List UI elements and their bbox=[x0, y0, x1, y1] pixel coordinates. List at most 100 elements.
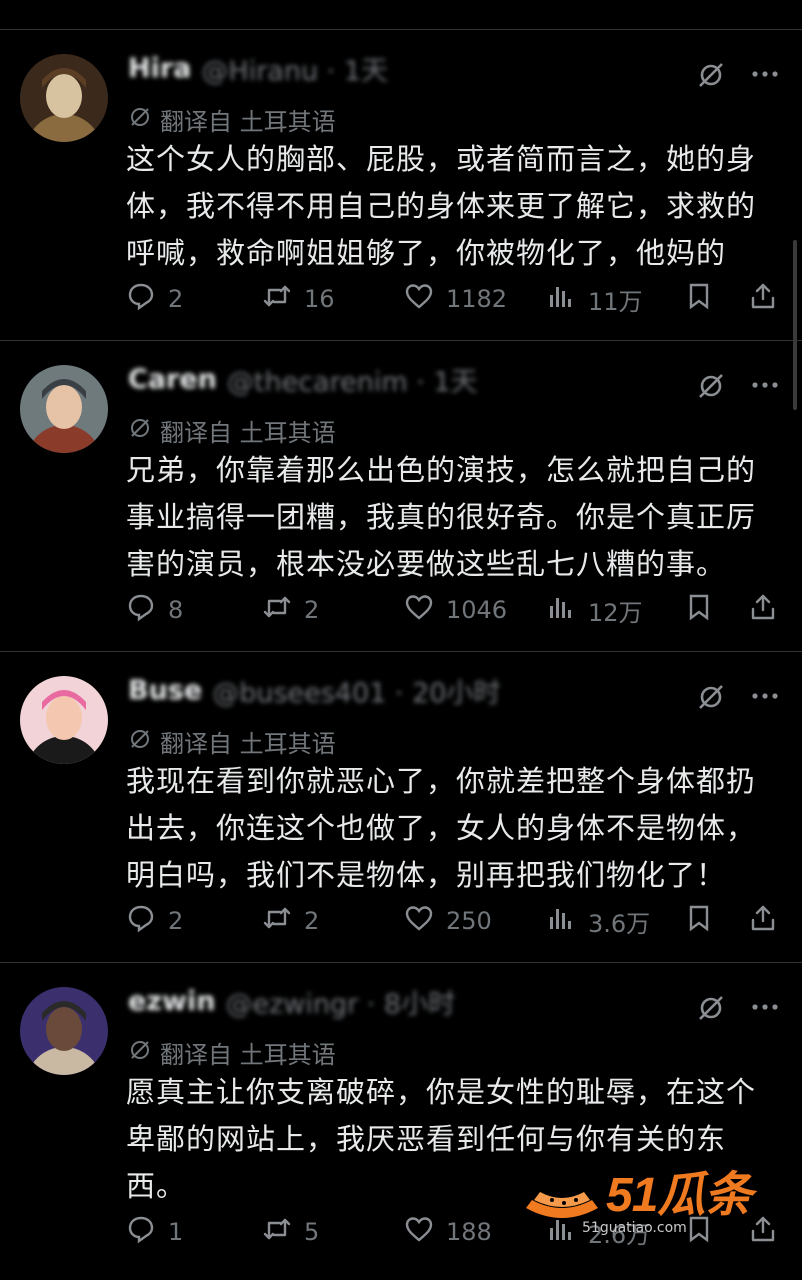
bookmark-button[interactable] bbox=[684, 282, 714, 316]
repost-icon bbox=[262, 281, 292, 317]
avatar[interactable] bbox=[20, 365, 108, 453]
translate-icon bbox=[128, 1038, 152, 1068]
reply-count: 2 bbox=[168, 907, 184, 935]
bookmark-icon bbox=[684, 903, 714, 939]
grok-icon[interactable] bbox=[696, 993, 726, 1023]
reply-post[interactable]: Hira @Hiranu · 1天翻译自 土耳其语这个女人的胸部、屁股，或者简而言… bbox=[0, 30, 802, 341]
bookmark-button[interactable] bbox=[684, 593, 714, 627]
bar-chart-icon bbox=[546, 903, 576, 939]
post-actions: 2 16 1182 11万 bbox=[126, 282, 782, 316]
reply-list: Hira @Hiranu · 1天 翻译自 土耳其语 这个女人的胸部、屁股，或者简而言… bbox=[0, 30, 802, 1274]
reply-post[interactable]: Caren @thecarenim · 1天翻译自 土耳其语兄弟，你靠着那么出色的… bbox=[0, 341, 802, 652]
scrollbar[interactable] bbox=[793, 240, 797, 410]
reply-button[interactable]: 2 bbox=[126, 282, 183, 316]
author-handle-time: @busees401 · 20小时 bbox=[212, 677, 501, 709]
avatar[interactable] bbox=[20, 54, 108, 142]
translate-text: 翻译自 土耳其语 bbox=[160, 108, 336, 136]
post-header: Hira @Hiranu · 1天 bbox=[128, 50, 548, 87]
author-name[interactable]: Caren bbox=[128, 364, 217, 395]
views-button[interactable]: 12万 bbox=[546, 593, 643, 627]
avatar[interactable] bbox=[20, 987, 108, 1075]
reply-button[interactable]: 1 bbox=[126, 1215, 183, 1249]
repost-button[interactable]: 16 bbox=[262, 282, 335, 316]
reply-icon bbox=[126, 592, 156, 628]
reply-post[interactable]: Buse @busees401 · 20小时翻译自 土耳其语我现在看到你就恶心了，… bbox=[0, 652, 802, 963]
repost-button[interactable]: 2 bbox=[262, 904, 319, 938]
reply-count: 1 bbox=[168, 1218, 184, 1246]
timeline-feed: Hira @Hiranu · 1天 翻译自 土耳其语 这个女人的胸部、屁股，或者简而言… bbox=[0, 0, 802, 1274]
like-button[interactable]: 1182 bbox=[404, 282, 507, 316]
post-header: Caren @thecarenim · 1天 bbox=[128, 361, 548, 398]
share-button[interactable] bbox=[748, 282, 778, 316]
like-button[interactable]: 1046 bbox=[404, 593, 507, 627]
watermark: 51瓜条 51guatiao.com bbox=[522, 1170, 772, 1240]
repost-icon bbox=[262, 903, 292, 939]
author-name[interactable]: Buse bbox=[128, 675, 202, 706]
watermark-url: 51guatiao.com bbox=[582, 1220, 687, 1236]
repost-count: 2 bbox=[304, 596, 320, 624]
repost-button[interactable]: 5 bbox=[262, 1215, 319, 1249]
like-count: 188 bbox=[446, 1218, 492, 1246]
more-options-icon[interactable] bbox=[750, 62, 780, 86]
bookmark-icon bbox=[684, 281, 714, 317]
translate-text: 翻译自 土耳其语 bbox=[160, 419, 336, 447]
feed-top-divider bbox=[0, 0, 802, 30]
heart-icon bbox=[404, 1214, 434, 1250]
author-name[interactable]: Hira bbox=[128, 53, 191, 84]
post-text: 这个女人的胸部、屁股，或者简而言之，她的身体，我不得不用自己的身体来更了解它，求… bbox=[126, 142, 757, 270]
reply-button[interactable]: 8 bbox=[126, 593, 183, 627]
more-options-icon[interactable] bbox=[750, 684, 780, 708]
translated-from-label[interactable]: 翻译自 土耳其语 bbox=[128, 102, 336, 137]
share-icon bbox=[748, 903, 778, 939]
translate-icon bbox=[128, 105, 152, 135]
repost-icon bbox=[262, 592, 292, 628]
share-button[interactable] bbox=[748, 593, 778, 627]
author-handle-time: @Hiranu · 1天 bbox=[201, 55, 388, 87]
share-button[interactable] bbox=[748, 904, 778, 938]
bookmark-button[interactable] bbox=[684, 904, 714, 938]
repost-count: 2 bbox=[304, 907, 320, 935]
bar-chart-icon bbox=[546, 592, 576, 628]
translate-text: 翻译自 土耳其语 bbox=[160, 730, 336, 758]
translate-text: 翻译自 土耳其语 bbox=[160, 1041, 336, 1069]
post-actions: 8 2 1046 12万 bbox=[126, 593, 782, 627]
post-header: ezwin @ezwingr · 8小时 bbox=[128, 983, 548, 1020]
heart-icon bbox=[404, 592, 434, 628]
share-icon bbox=[748, 592, 778, 628]
like-count: 250 bbox=[446, 907, 492, 935]
more-options-icon[interactable] bbox=[750, 373, 780, 397]
grok-icon[interactable] bbox=[696, 682, 726, 712]
translate-icon bbox=[128, 727, 152, 757]
watermark-brand: 51瓜条 bbox=[606, 1169, 752, 1222]
view-count: 3.6万 bbox=[588, 909, 651, 938]
more-options-icon[interactable] bbox=[750, 995, 780, 1019]
author-handle-time: @ezwingr · 8小时 bbox=[225, 988, 456, 1020]
bar-chart-icon bbox=[546, 281, 576, 317]
translated-from-label[interactable]: 翻译自 土耳其语 bbox=[128, 413, 336, 448]
grok-icon[interactable] bbox=[696, 371, 726, 401]
author-handle-time: @thecarenim · 1天 bbox=[226, 366, 478, 398]
translated-from-label[interactable]: 翻译自 土耳其语 bbox=[128, 1035, 336, 1070]
like-button[interactable]: 250 bbox=[404, 904, 492, 938]
post-text: 我现在看到你就恶心了，你就差把整个身体都扔出去，你连这个也做了，女人的身体不是物… bbox=[126, 764, 757, 892]
views-button[interactable]: 11万 bbox=[546, 282, 643, 316]
reply-icon bbox=[126, 903, 156, 939]
bookmark-icon bbox=[684, 592, 714, 628]
post-text: 兄弟，你靠着那么出色的演技，怎么就把自己的事业搞得一团糟，我真的很好奇。你是个真… bbox=[126, 453, 757, 581]
watermelon-logo-icon bbox=[526, 1192, 598, 1218]
grok-icon[interactable] bbox=[696, 60, 726, 90]
post-header: Buse @busees401 · 20小时 bbox=[128, 672, 548, 709]
repost-button[interactable]: 2 bbox=[262, 593, 319, 627]
translated-from-label[interactable]: 翻译自 土耳其语 bbox=[128, 724, 336, 759]
reply-button[interactable]: 2 bbox=[126, 904, 183, 938]
avatar[interactable] bbox=[20, 676, 108, 764]
author-name[interactable]: ezwin bbox=[128, 986, 215, 1017]
views-button[interactable]: 3.6万 bbox=[546, 904, 650, 938]
like-count: 1182 bbox=[446, 285, 508, 313]
share-icon bbox=[748, 281, 778, 317]
repost-icon bbox=[262, 1214, 292, 1250]
reply-icon bbox=[126, 1214, 156, 1250]
heart-icon bbox=[404, 281, 434, 317]
like-button[interactable]: 188 bbox=[404, 1215, 492, 1249]
view-count: 11万 bbox=[588, 287, 643, 316]
